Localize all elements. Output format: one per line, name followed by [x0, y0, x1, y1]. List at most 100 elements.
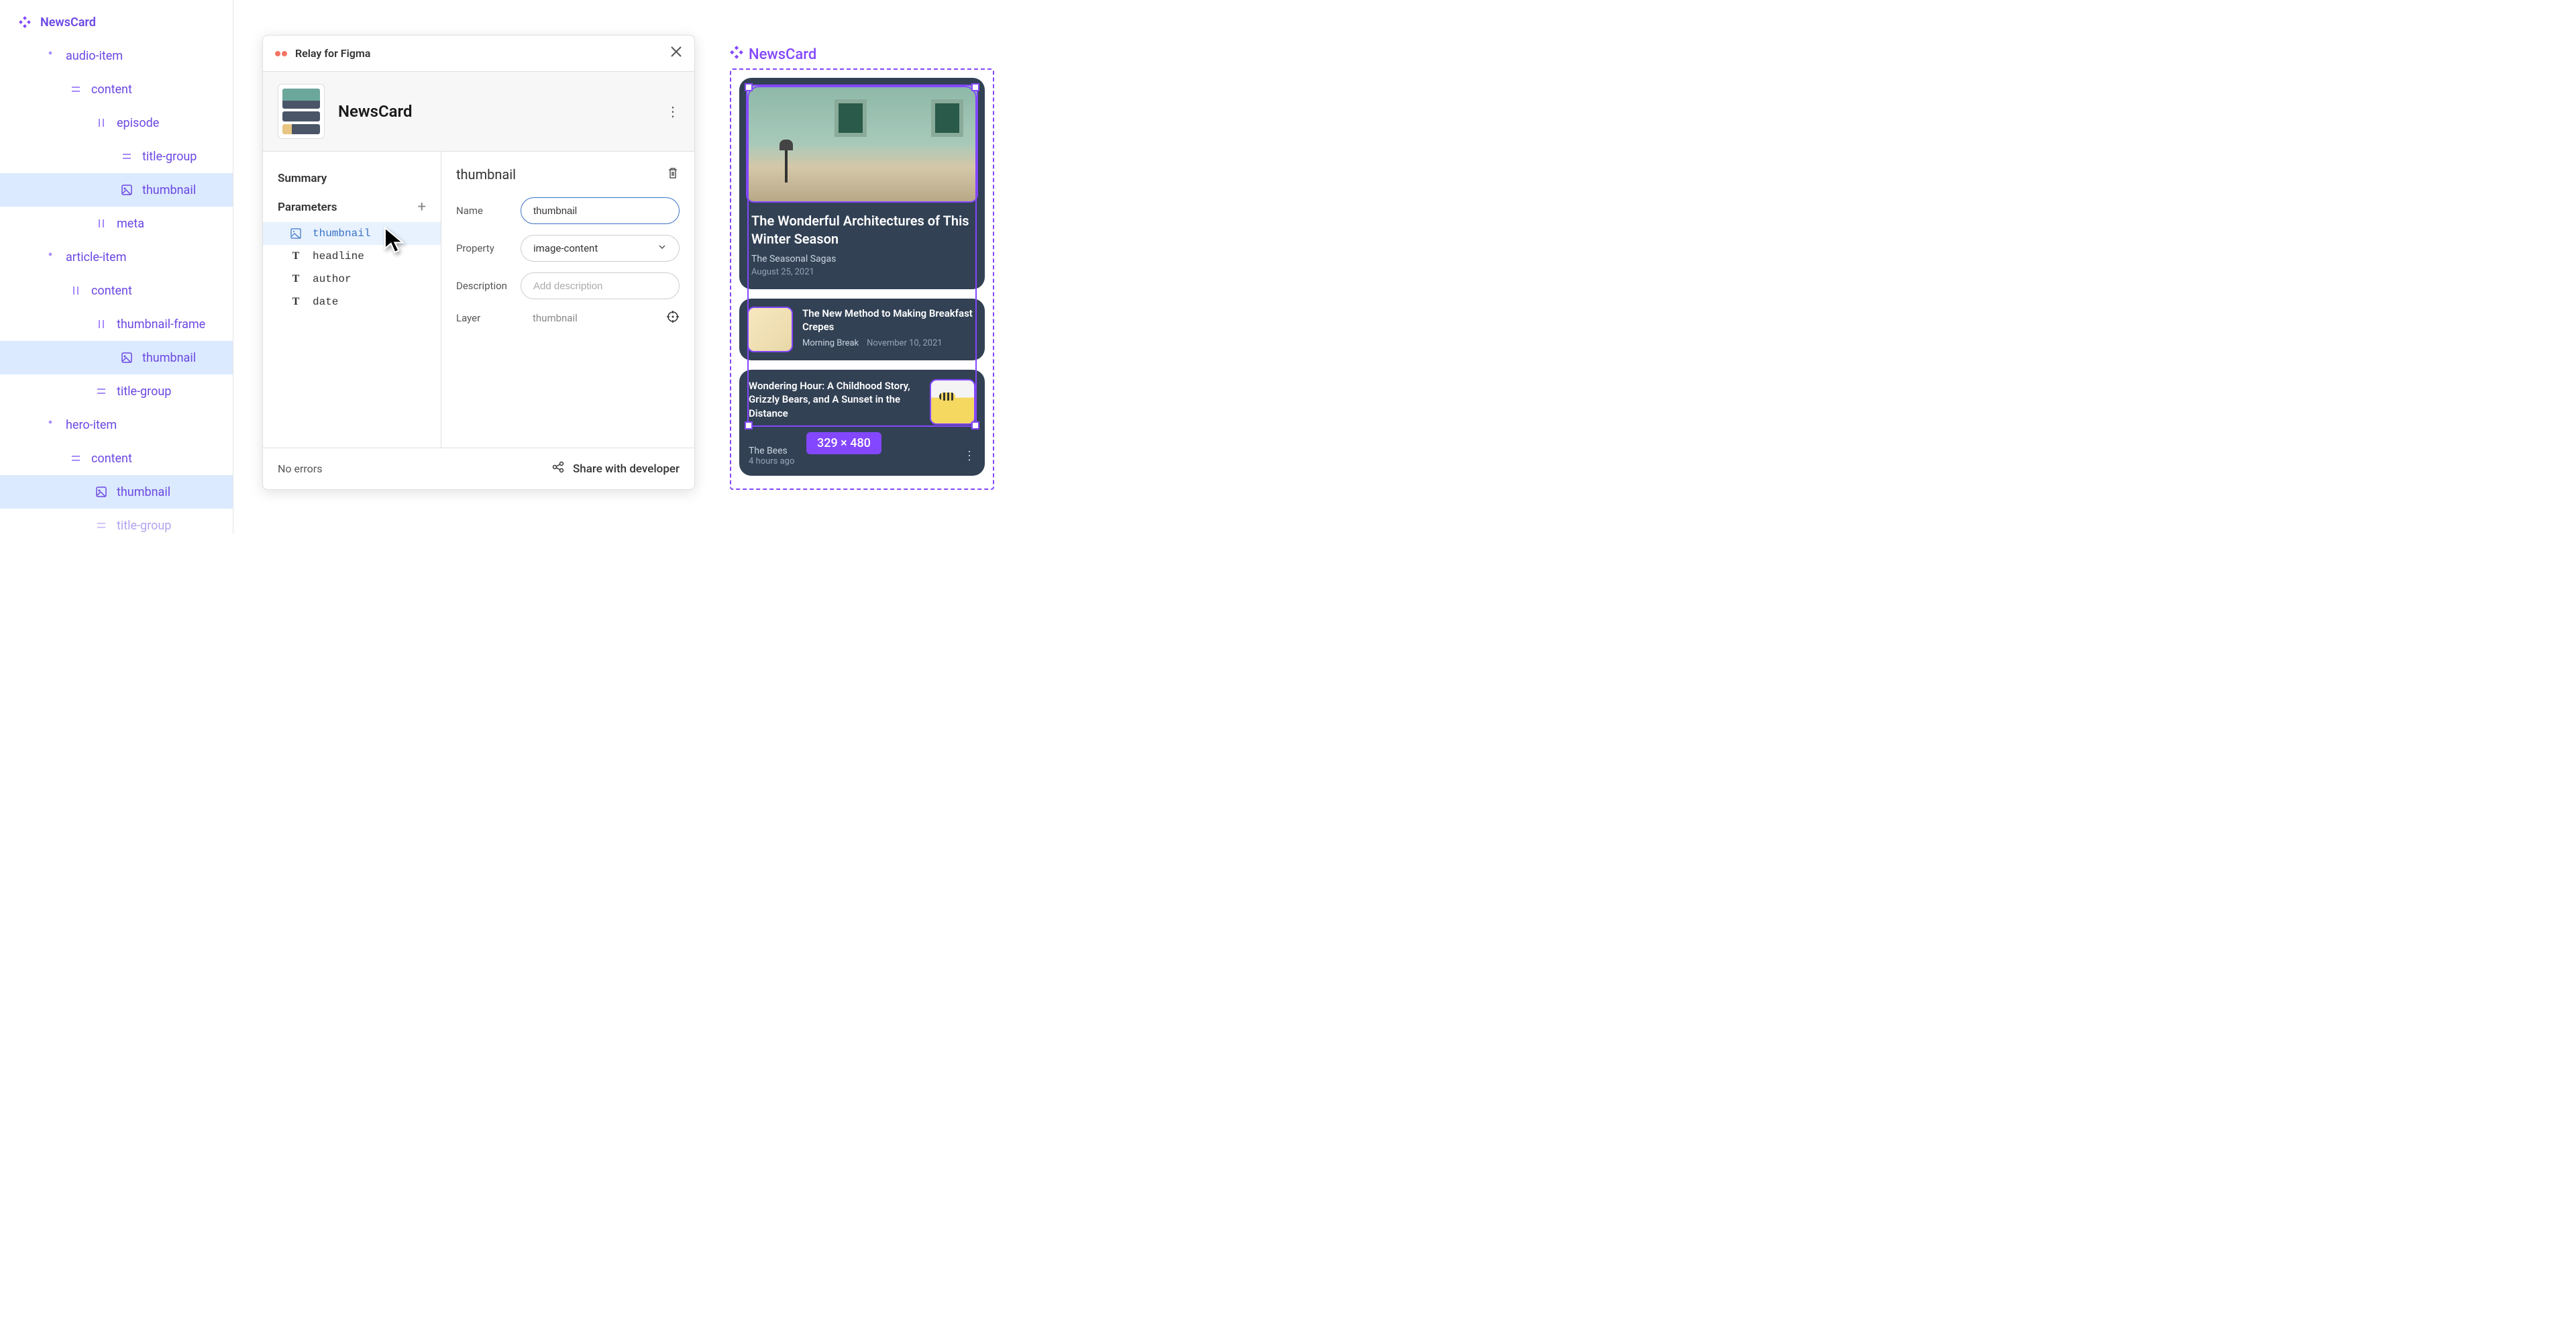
property-select[interactable]: image-content — [521, 235, 680, 262]
component-header: NewsCard ⋮ — [263, 72, 694, 152]
image-param-icon — [290, 227, 302, 240]
plugin-header: Relay for Figma — [263, 36, 694, 72]
hero-title: The Wonderful Architectures of This Wint… — [751, 212, 973, 248]
add-parameter-icon[interactable]: + — [418, 199, 426, 215]
tree-item-label: title-group — [142, 150, 197, 164]
tree-item-title-group[interactable]: title-group — [0, 374, 233, 408]
component-icon — [730, 46, 743, 63]
tree-item-label: thumbnail — [142, 183, 196, 197]
hero-thumbnail[interactable] — [746, 85, 978, 203]
summary-section[interactable]: Summary — [263, 165, 441, 192]
property-label: Property — [456, 242, 521, 254]
name-input[interactable] — [521, 197, 680, 224]
frame-icon — [94, 518, 109, 533]
image-icon — [94, 484, 109, 499]
chevron-down-icon — [657, 242, 667, 254]
relay-logo-icon — [275, 49, 288, 58]
tree-item-thumbnail[interactable]: thumbnail — [0, 341, 233, 374]
tree-item-label: title-group — [117, 384, 171, 399]
component-icon — [43, 417, 58, 432]
detail-title: thumbnail — [456, 166, 516, 183]
param-label: author — [313, 273, 352, 285]
tree-item-label: content — [91, 284, 132, 298]
text-param-icon: T — [290, 250, 302, 262]
tree-item-label: content — [91, 452, 132, 466]
tree-item-label: thumbnail — [117, 485, 170, 499]
audio-thumbnail[interactable] — [930, 379, 975, 425]
image-icon — [119, 350, 134, 365]
component-icon — [43, 250, 58, 264]
tree-item-title-group[interactable]: title-group — [0, 509, 233, 542]
plugin-title: Relay for Figma — [295, 47, 670, 60]
description-input[interactable] — [521, 272, 680, 299]
param-headline[interactable]: Theadline — [263, 245, 441, 268]
audio-card[interactable]: Wondering Hour: A Childhood Story, Grizz… — [739, 370, 985, 476]
tree-item-meta[interactable]: meta — [0, 207, 233, 240]
param-author[interactable]: Tauthor — [263, 268, 441, 291]
audio-date: 4 hours ago — [749, 456, 794, 466]
tree-item-title-group[interactable]: title-group — [0, 140, 233, 173]
tree-item-label: audio-item — [66, 49, 123, 63]
audio-author: The Bees — [749, 446, 794, 456]
frame-label[interactable]: NewsCard — [730, 46, 994, 63]
tree-item-hero-item[interactable]: hero-item — [0, 408, 233, 442]
tree-item-label: meta — [117, 217, 144, 231]
layer-panel: NewsCard audio-item content episode title-g… — [0, 0, 233, 533]
tree-item-content[interactable]: content — [0, 442, 233, 475]
tree-item-article-item[interactable]: article-item — [0, 240, 233, 274]
tree-item-audio-item[interactable]: audio-item — [0, 39, 233, 72]
tree-item-label: episode — [117, 116, 159, 130]
tree-root-label: NewsCard — [40, 15, 96, 30]
share-button[interactable]: Share with developer — [551, 460, 680, 477]
param-label: thumbnail — [313, 227, 370, 240]
tree-root[interactable]: NewsCard — [0, 5, 233, 39]
vframe-icon — [68, 283, 83, 298]
param-label: date — [313, 296, 338, 308]
component-thumbnail-icon — [278, 84, 325, 139]
canvas-preview: NewsCard The Wonderful Architectures of … — [730, 46, 994, 490]
tree-item-content[interactable]: content — [0, 274, 233, 307]
article-author: Morning Break — [802, 338, 859, 348]
plugin-sidebar: Summary Parameters + thumbnailTheadlineT… — [263, 152, 441, 448]
description-label: Description — [456, 280, 521, 292]
param-date[interactable]: Tdate — [263, 291, 441, 313]
layer-value: thumbnail — [533, 312, 578, 324]
vframe-icon — [94, 317, 109, 331]
component-icon — [43, 48, 58, 63]
article-thumbnail[interactable] — [747, 307, 793, 352]
hero-card[interactable]: The Wonderful Architectures of This Wint… — [739, 78, 985, 289]
hero-date: August 25, 2021 — [751, 267, 973, 277]
audio-more-icon[interactable]: ⋮ — [963, 449, 975, 463]
tree-item-thumbnail[interactable]: thumbnail — [0, 475, 233, 509]
tree-item-label: thumbnail-frame — [117, 317, 205, 331]
close-icon[interactable] — [670, 45, 682, 62]
parameters-section[interactable]: Parameters — [278, 201, 337, 214]
component-name: NewsCard — [338, 102, 666, 121]
frame-icon — [68, 451, 83, 466]
share-label: Share with developer — [573, 462, 680, 476]
selection-frame[interactable]: The Wonderful Architectures of This Wint… — [730, 68, 994, 490]
tree-item-label: hero-item — [66, 418, 117, 432]
tree-item-thumbnail-frame[interactable]: thumbnail-frame — [0, 307, 233, 341]
tree-item-episode[interactable]: episode — [0, 106, 233, 140]
target-icon[interactable] — [666, 310, 680, 326]
tree-item-label: thumbnail — [142, 351, 196, 365]
name-label: Name — [456, 205, 521, 217]
parameter-detail: thumbnail Name Property image-content — [441, 152, 694, 448]
vframe-icon — [94, 216, 109, 231]
tree-item-content[interactable]: content — [0, 72, 233, 106]
tree-item-label: content — [91, 83, 132, 97]
frame-name: NewsCard — [749, 46, 816, 63]
more-icon[interactable]: ⋮ — [666, 103, 680, 119]
param-thumbnail[interactable]: thumbnail — [263, 222, 441, 245]
share-icon — [551, 460, 565, 477]
errors-status: No errors — [278, 462, 322, 475]
plugin-footer: No errors Share with developer — [263, 448, 694, 489]
article-date: November 10, 2021 — [867, 338, 943, 348]
tree-item-thumbnail[interactable]: thumbnail — [0, 173, 233, 207]
text-param-icon: T — [290, 296, 302, 308]
article-title: The New Method to Making Breakfast Crepe… — [802, 307, 977, 334]
delete-icon[interactable] — [666, 166, 680, 183]
article-card[interactable]: The New Method to Making Breakfast Crepe… — [739, 299, 985, 360]
image-icon — [119, 183, 134, 197]
